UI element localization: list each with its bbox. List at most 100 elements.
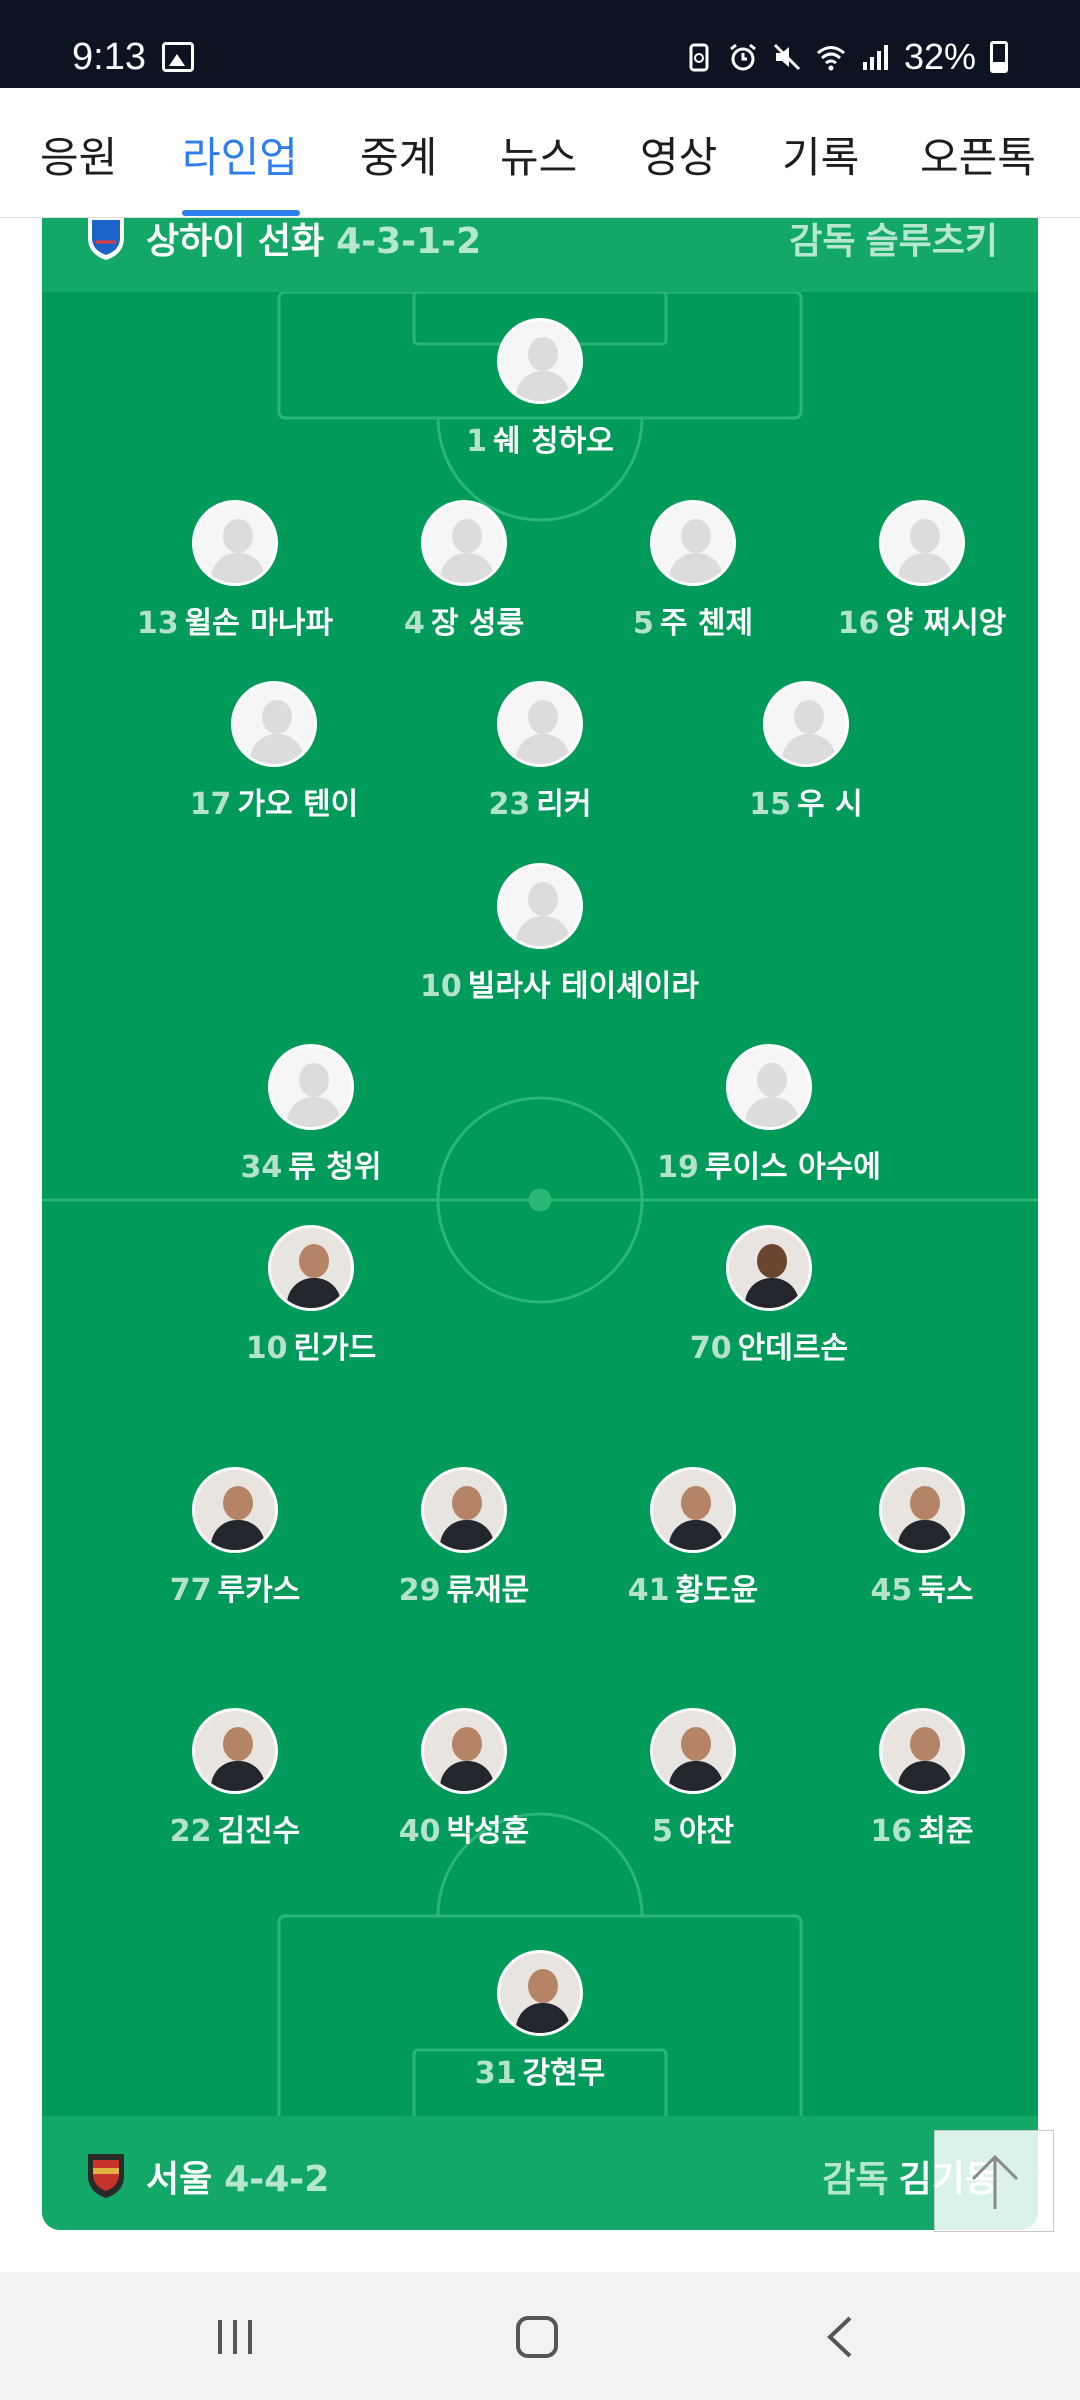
player-card[interactable]: 16 최준 bbox=[802, 1708, 1038, 1850]
player-avatar bbox=[879, 1467, 965, 1553]
player-name: 둑스 bbox=[918, 1573, 974, 1608]
player-avatar bbox=[231, 681, 317, 767]
player-card[interactable]: 1쉐 칭하오 bbox=[420, 318, 660, 460]
player-card[interactable]: 45 둑스 bbox=[802, 1467, 1038, 1609]
away-team-title: 서울 4-4-2 bbox=[146, 2150, 329, 2202]
player-avatar bbox=[879, 1708, 965, 1794]
player-name: 최준 bbox=[918, 1814, 974, 1849]
player-avatar bbox=[192, 500, 278, 586]
tab-video[interactable]: 영상 bbox=[640, 124, 717, 185]
player-number: 77 bbox=[169, 1573, 212, 1608]
image-icon bbox=[162, 42, 194, 72]
player-card[interactable]: 19 루이스 아수에 bbox=[649, 1044, 889, 1186]
player-number: 5 bbox=[651, 1814, 673, 1849]
player-card[interactable]: 22 김진수 bbox=[115, 1708, 355, 1850]
player-number: 5 bbox=[632, 606, 654, 641]
tab-bar: 응원 라인업 중계 뉴스 영상 기록 오픈톡 bbox=[0, 88, 1080, 218]
player-name: 강현무 bbox=[522, 2056, 606, 2091]
player-avatar bbox=[650, 500, 736, 586]
tab-cheer[interactable]: 응원 bbox=[40, 124, 117, 185]
player-avatar bbox=[726, 1225, 812, 1311]
home-coach-label: 감독 bbox=[789, 221, 856, 262]
player-number: 15 bbox=[749, 787, 792, 822]
player-card[interactable]: 4장 셩룽 bbox=[344, 500, 584, 642]
player-avatar bbox=[421, 1467, 507, 1553]
away-team-crest bbox=[88, 2154, 124, 2198]
player-name: 가오 텐이 bbox=[237, 787, 359, 822]
player-name: 황도윤 bbox=[675, 1573, 759, 1608]
player-name: 박성훈 bbox=[446, 1814, 530, 1849]
home-icon[interactable] bbox=[512, 2312, 562, 2362]
player-card[interactable]: 16 양 쩌시앙 bbox=[802, 500, 1038, 642]
mute-icon bbox=[773, 43, 800, 71]
player-name: 린가드 bbox=[293, 1331, 377, 1366]
player-avatar bbox=[497, 1950, 583, 2036]
player-number: 40 bbox=[398, 1814, 441, 1849]
player-name: 안데르손 bbox=[737, 1331, 849, 1366]
player-name: 빌라사 테이셰이라 bbox=[467, 969, 699, 1004]
player-name: 우 시 bbox=[797, 787, 863, 822]
player-avatar bbox=[650, 1467, 736, 1553]
player-number: 10 bbox=[420, 969, 462, 1004]
player-number: 19 bbox=[657, 1150, 699, 1185]
player-name: 김진수 bbox=[217, 1814, 301, 1849]
active-tab-indicator bbox=[182, 210, 300, 216]
back-icon[interactable] bbox=[816, 2312, 866, 2362]
home-coach: 감독 슬루츠키 bbox=[789, 218, 998, 264]
player-avatar bbox=[192, 1708, 278, 1794]
player-card[interactable]: 40 박성훈 bbox=[344, 1708, 584, 1850]
away-team-bar: 서울4-4-2 감독김기동 bbox=[42, 2116, 1038, 2230]
home-team-bar: 상하이 선화 4-3-1-2 감독 슬루츠키 bbox=[42, 218, 1038, 292]
player-card[interactable]: 15 우 시 bbox=[686, 681, 926, 823]
home-team-title: 상하이 선화 4-3-1-2 bbox=[146, 218, 481, 264]
scroll-top-button[interactable] bbox=[934, 2130, 1054, 2232]
lineup-pitch: 상하이 선화 4-3-1-2 감독 슬루츠키 1쉐 칭하오 13 윌손 마나파 4장 … bbox=[42, 218, 1038, 2230]
player-card[interactable]: 5 야잔 bbox=[573, 1708, 813, 1850]
tab-lineup[interactable]: 라인업 bbox=[182, 124, 298, 185]
tab-opentalk[interactable]: 오픈톡 bbox=[920, 124, 1036, 185]
player-avatar bbox=[421, 1708, 507, 1794]
system-nav-bar bbox=[0, 2272, 1080, 2400]
alarm-icon bbox=[730, 43, 756, 71]
player-name: 주 첸제 bbox=[659, 606, 754, 641]
player-name: 루카스 bbox=[217, 1573, 301, 1608]
player-card[interactable]: 13 윌손 마나파 bbox=[115, 500, 355, 642]
player-card[interactable]: 17 가오 텐이 bbox=[154, 681, 394, 823]
tab-records[interactable]: 기록 bbox=[782, 124, 859, 185]
player-number: 22 bbox=[169, 1814, 212, 1849]
player-card[interactable]: 41 황도윤 bbox=[573, 1467, 813, 1609]
player-card[interactable]: 31 강현무 bbox=[420, 1950, 660, 2092]
arrow-up-icon bbox=[971, 2154, 1019, 2209]
player-number: 23 bbox=[488, 787, 531, 822]
player-card[interactable]: 10 빌라사 테이셰이라 bbox=[420, 863, 699, 1005]
away-coach-label: 감독 bbox=[822, 2159, 889, 2200]
player-card[interactable]: 5주 첸제 bbox=[573, 500, 813, 642]
player-name: 윌손 마나파 bbox=[184, 606, 334, 641]
tab-news[interactable]: 뉴스 bbox=[500, 124, 577, 185]
player-name: 양 쩌시앙 bbox=[885, 606, 1007, 641]
player-card[interactable]: 29 류재문 bbox=[344, 1467, 584, 1609]
player-number: 17 bbox=[189, 787, 232, 822]
player-number: 13 bbox=[136, 606, 179, 641]
player-avatar bbox=[421, 500, 507, 586]
player-number: 29 bbox=[398, 1573, 441, 1608]
player-card[interactable]: 70 안데르손 bbox=[649, 1225, 889, 1367]
tab-broadcast[interactable]: 중계 bbox=[360, 124, 437, 185]
player-name: 류 청위 bbox=[288, 1150, 382, 1185]
player-name: 야잔 bbox=[678, 1814, 735, 1849]
player-avatar bbox=[879, 500, 965, 586]
player-card[interactable]: 10 린가드 bbox=[191, 1225, 431, 1367]
player-avatar bbox=[192, 1467, 278, 1553]
recents-icon[interactable] bbox=[210, 2312, 260, 2362]
home-team-crest bbox=[88, 218, 124, 260]
player-card[interactable]: 23 리커 bbox=[420, 681, 660, 823]
player-number: 70 bbox=[689, 1331, 732, 1366]
battery-percent: 32% bbox=[903, 36, 976, 77]
player-name: 류재문 bbox=[446, 1573, 530, 1608]
player-avatar bbox=[268, 1044, 354, 1130]
player-card[interactable]: 34 류 청위 bbox=[191, 1044, 431, 1186]
player-avatar bbox=[726, 1044, 812, 1130]
player-card[interactable]: 77 루카스 bbox=[115, 1467, 355, 1609]
home-formation: 4-3-1-2 bbox=[336, 221, 482, 262]
player-number: 10 bbox=[245, 1331, 288, 1366]
